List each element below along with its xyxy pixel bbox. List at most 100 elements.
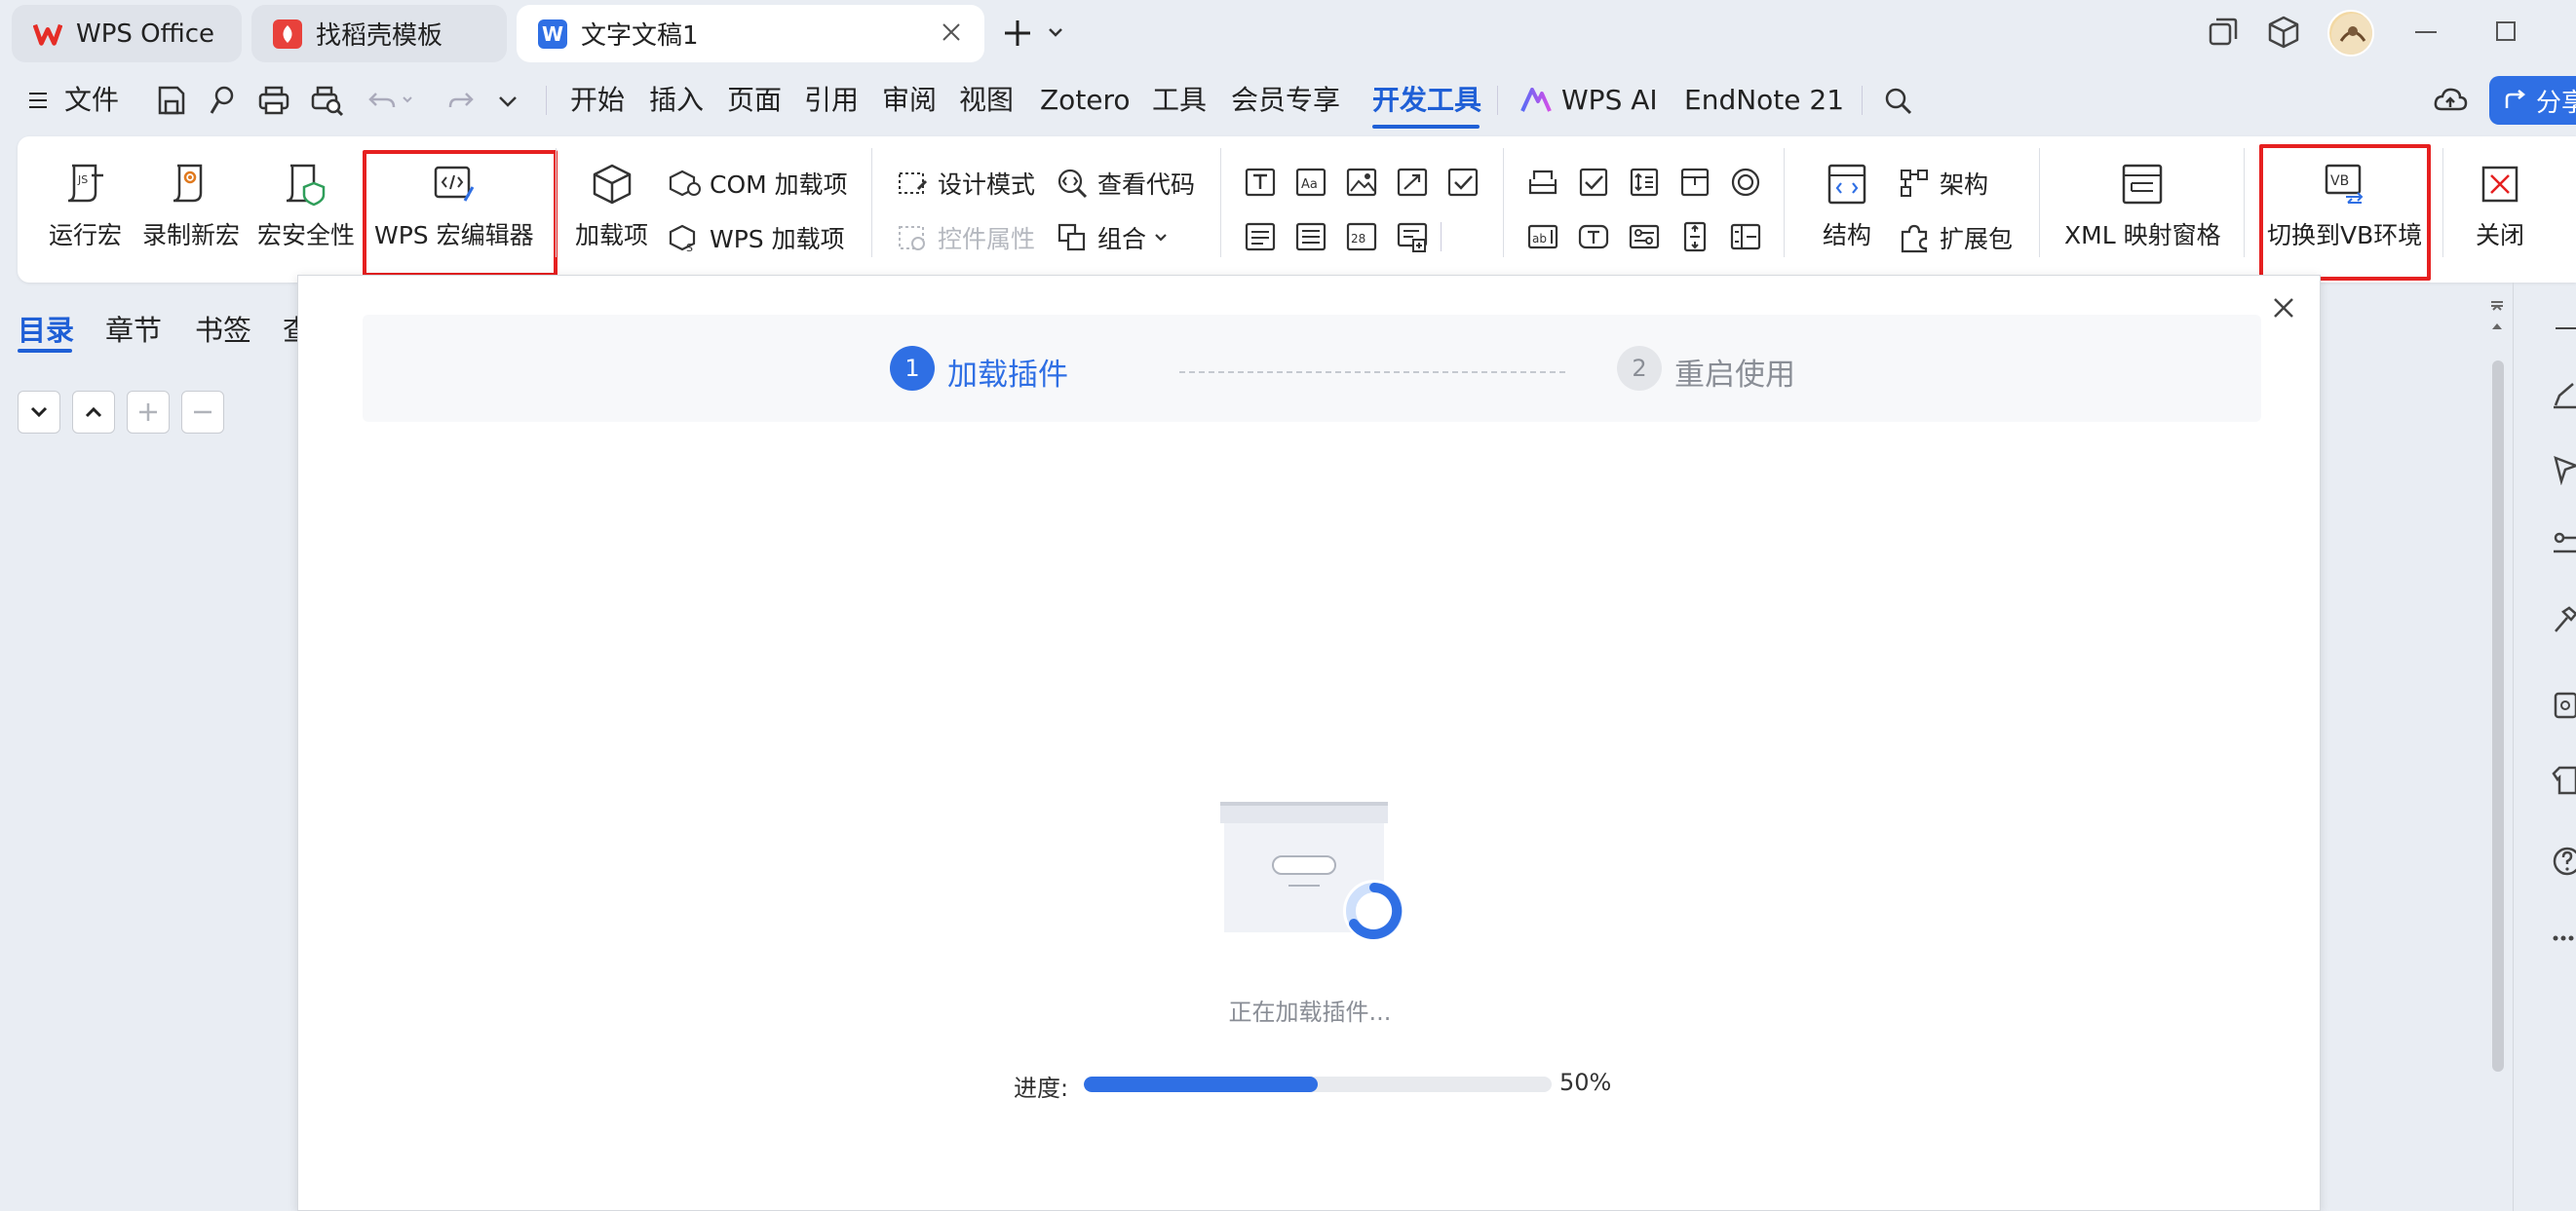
redo-icon[interactable]: [446, 88, 476, 115]
menu-member[interactable]: 会员专享: [1231, 70, 1340, 131]
print-icon[interactable]: [257, 84, 290, 117]
legacy-form-icon[interactable]: [1526, 166, 1559, 199]
combo-box-control-icon[interactable]: [1244, 220, 1277, 253]
building-block-control-icon[interactable]: [1396, 166, 1429, 199]
expansion-pack-button[interactable]: 扩展包: [1899, 220, 2013, 255]
scroll-up-icon[interactable]: [2487, 298, 2507, 333]
design-mode-button[interactable]: 设计模式: [897, 166, 1035, 201]
tab-docer-templates[interactable]: 找稻壳模板: [251, 5, 507, 62]
tab-wps-office[interactable]: WPS Office: [12, 5, 242, 62]
add-heading-button[interactable]: [127, 391, 170, 434]
tab-label: 找稻壳模板: [316, 21, 443, 51]
shirt-icon[interactable]: [2552, 766, 2576, 795]
date-picker-control-icon[interactable]: 28: [1345, 220, 1378, 253]
menu-endnote[interactable]: EndNote 21: [1684, 70, 1844, 131]
ribbon-divider: [556, 148, 557, 257]
menu-view[interactable]: 视图: [959, 70, 1014, 131]
rich-text-control-icon[interactable]: Aa: [1294, 166, 1327, 199]
close-developer-button[interactable]: 关闭: [2476, 162, 2524, 251]
menu-zotero[interactable]: Zotero: [1040, 70, 1131, 131]
menu-wps-ai[interactable]: WPS AI: [1520, 70, 1658, 131]
nav-tab-chapters[interactable]: 章节: [105, 308, 162, 349]
run-macro-button[interactable]: JS 运行宏: [49, 162, 122, 251]
nav-active-indicator: [18, 349, 72, 353]
cursor-select-icon[interactable]: [2552, 454, 2576, 485]
progress-label: 进度:: [1014, 1075, 1069, 1102]
menu-references[interactable]: 引用: [804, 70, 859, 131]
divider: [546, 86, 547, 115]
legacy-listbox-icon[interactable]: [1729, 220, 1762, 253]
macro-security-button[interactable]: 宏安全性: [257, 162, 355, 251]
checkbox-control-icon[interactable]: [1446, 166, 1480, 199]
menu-start[interactable]: 开始: [570, 70, 625, 131]
menu-review[interactable]: 审阅: [882, 70, 937, 131]
ribbon-divider: [2039, 148, 2040, 257]
sliders-icon[interactable]: [2552, 530, 2576, 559]
control-properties-button[interactable]: 控件属性: [897, 220, 1035, 255]
remove-heading-button[interactable]: [181, 391, 224, 434]
macro-security-label: 宏安全性: [257, 221, 356, 249]
legacy-textbox-icon[interactable]: ab: [1526, 220, 1559, 253]
legacy-toggle-icon[interactable]: [1628, 220, 1661, 253]
menu-developer-tools[interactable]: 开发工具: [1372, 70, 1481, 131]
save-icon[interactable]: [156, 84, 187, 117]
group-label: 组合: [1097, 225, 1147, 253]
com-addins-button[interactable]: COM 加载项: [669, 166, 848, 201]
group-button[interactable]: 组合: [1057, 220, 1170, 255]
menu-insert[interactable]: 插入: [649, 70, 704, 131]
cloud-upload-icon[interactable]: [2433, 86, 2468, 115]
ribbon-divider: [1220, 148, 1221, 257]
collapse-down-button[interactable]: [18, 391, 60, 434]
progress-fill: [1084, 1077, 1318, 1092]
avatar[interactable]: [2327, 10, 2374, 57]
text-control-icon[interactable]: [1244, 166, 1277, 199]
close-icon[interactable]: [2271, 295, 2296, 321]
print-preview-icon[interactable]: [310, 84, 345, 117]
legacy-spin-icon[interactable]: [1628, 166, 1661, 199]
view-code-button[interactable]: 查看代码: [1057, 166, 1195, 201]
vertical-scrollbar[interactable]: [2492, 360, 2504, 1072]
share-button[interactable]: 分享: [2489, 76, 2576, 125]
highlight-switch-vb: [2259, 144, 2431, 281]
window-switch-icon[interactable]: [2207, 16, 2240, 49]
record-macro-button[interactable]: 录制新宏: [142, 162, 240, 251]
structure-button[interactable]: 结构: [1823, 162, 1871, 251]
legacy-radio-icon[interactable]: [1729, 166, 1762, 199]
addins-button[interactable]: 加载项: [575, 162, 648, 251]
collapse-panel-icon[interactable]: [2556, 327, 2576, 329]
chevron-down-icon[interactable]: [1047, 25, 1064, 39]
tab-document[interactable]: W 文字文稿1: [517, 5, 984, 62]
more-icon[interactable]: [2552, 933, 2576, 943]
pen-icon[interactable]: [2552, 382, 2576, 409]
legacy-checkbox-icon[interactable]: [1577, 166, 1610, 199]
dropdown-list-control-icon[interactable]: [1294, 220, 1327, 253]
picture-control-icon[interactable]: [1345, 166, 1378, 199]
legacy-scrollbar-icon[interactable]: [1678, 220, 1711, 253]
menu-tools[interactable]: 工具: [1152, 70, 1207, 131]
maximize-icon[interactable]: [2496, 21, 2516, 41]
nav-tab-bookmarks[interactable]: 书签: [195, 308, 251, 349]
hammer-icon[interactable]: [2552, 606, 2576, 635]
help-icon[interactable]: [2552, 846, 2576, 877]
minimize-icon[interactable]: [2415, 31, 2437, 33]
quick-access-more-icon[interactable]: [497, 94, 519, 109]
xml-mapping-pane-button[interactable]: XML 映射窗格: [2064, 162, 2221, 251]
cube-icon[interactable]: [2267, 15, 2300, 50]
file-menu[interactable]: 文件: [27, 70, 119, 131]
wps-addins-button[interactable]: S WPS 加载项: [669, 220, 845, 255]
repeating-section-control-icon[interactable]: [1396, 220, 1429, 253]
chevron-down-icon: [1155, 234, 1167, 242]
nav-tab-toc[interactable]: 目录: [18, 308, 74, 349]
undo-icon[interactable]: [366, 88, 415, 115]
new-tab-icon[interactable]: [1002, 18, 1033, 49]
legacy-label-icon[interactable]: [1577, 220, 1610, 253]
expand-up-button[interactable]: [72, 391, 115, 434]
close-tab-icon[interactable]: [940, 20, 963, 44]
clipboard-icon[interactable]: [2552, 688, 2576, 719]
search-icon[interactable]: [1883, 86, 1914, 117]
schema-button[interactable]: 架构: [1899, 166, 1988, 201]
format-painter-icon[interactable]: [207, 84, 238, 117]
legacy-frame-icon[interactable]: [1678, 166, 1711, 199]
share-icon: [2505, 90, 2526, 108]
menu-page[interactable]: 页面: [727, 70, 782, 131]
